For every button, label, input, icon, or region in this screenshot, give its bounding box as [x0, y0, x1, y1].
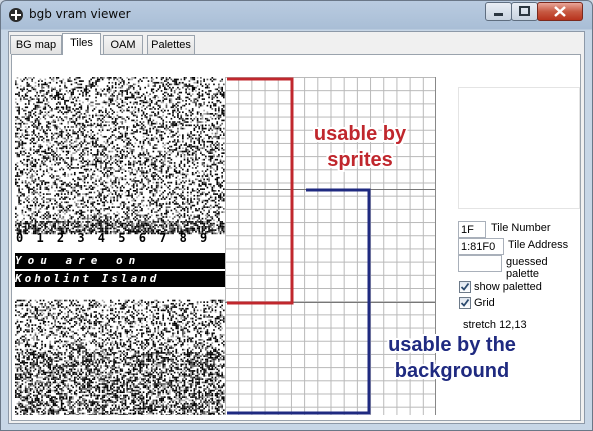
tile-address-label: Tile Address: [508, 239, 569, 251]
show-paletted-checkbox[interactable]: [459, 281, 471, 293]
tile-address-field[interactable]: 1:81F0: [458, 238, 504, 255]
checkmark-icon: [460, 282, 470, 291]
minimize-button[interactable]: [485, 2, 512, 21]
bgb-app-icon: [9, 8, 23, 22]
close-icon: [554, 6, 566, 17]
tab-bg-map[interactable]: BG map: [10, 35, 62, 54]
checkmark-icon: [460, 298, 470, 307]
tiles-panel: 0 1 2 3 4 5 6 7 8 9 You are on Koholint …: [11, 54, 581, 421]
tab-oam[interactable]: OAM: [103, 35, 143, 54]
tab-palettes[interactable]: Palettes: [147, 35, 195, 54]
tile-number-field[interactable]: 1F: [458, 221, 486, 238]
close-button[interactable]: [537, 2, 583, 21]
stretch-readout: stretch 12,13: [463, 319, 527, 331]
window-client-area: BG map Tiles OAM Palettes 0 1 2 3 4 5 6 …: [8, 31, 585, 424]
background-annotation: usable by the background: [388, 334, 516, 382]
guessed-palette-label: guessed palette: [506, 256, 548, 280]
tab-tiles[interactable]: Tiles: [62, 33, 101, 55]
grid-checkbox[interactable]: [459, 297, 471, 309]
sprites-annotation: usable by sprites: [313, 123, 407, 171]
maximize-button[interactable]: [511, 2, 538, 21]
sprites-bracket: [227, 77, 294, 305]
guessed-palette-field[interactable]: [458, 255, 502, 272]
minimize-icon: [494, 13, 503, 16]
title-bar[interactable]: bgb vram viewer: [1, 1, 592, 29]
window-title: bgb vram viewer: [29, 7, 131, 21]
tile-preview: [458, 87, 580, 209]
maximize-icon: [519, 6, 530, 16]
show-paletted-label[interactable]: show paletted: [474, 281, 542, 293]
tile-number-label: Tile Number: [491, 222, 551, 234]
tile-viewer[interactable]: 0 1 2 3 4 5 6 7 8 9 You are on Koholint …: [15, 77, 516, 418]
vram-viewer-window: bgb vram viewer BG map Tiles OAM Palette…: [0, 0, 593, 431]
grid-label[interactable]: Grid: [474, 297, 495, 309]
